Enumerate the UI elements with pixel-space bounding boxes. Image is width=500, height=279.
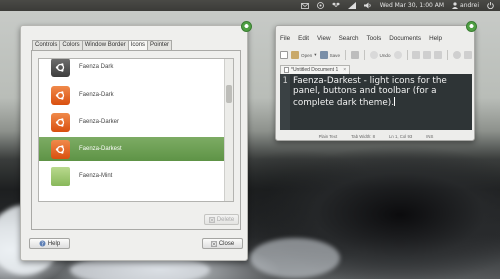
tab-close-icon[interactable]: × (343, 67, 346, 73)
find-button[interactable] (452, 51, 461, 59)
undo-label: Undo (379, 52, 391, 58)
icon-theme-list: Faenza Dark Faenza-Dark Faenza-Darker Fa… (38, 58, 234, 202)
mail-icon[interactable] (300, 2, 309, 9)
close-icon (210, 240, 217, 247)
dropbox-icon[interactable] (331, 2, 340, 9)
paste-button[interactable] (434, 51, 443, 59)
window-close-icon[interactable] (466, 21, 477, 32)
folder-icon (51, 166, 70, 186)
theme-name: Faenza Dark (79, 64, 114, 70)
undo-button[interactable]: Undo (369, 51, 391, 59)
list-item-selected[interactable]: Faenza-Darkest (39, 137, 225, 161)
menu-file[interactable]: File (280, 35, 290, 42)
toolbar-separator (363, 50, 365, 60)
save-label: Save (329, 52, 341, 58)
scrollbar-thumb[interactable] (226, 85, 232, 103)
volume-icon[interactable] (363, 2, 372, 9)
find-icon (452, 51, 461, 59)
redo-button[interactable] (393, 51, 402, 59)
save-button[interactable]: Save (319, 51, 341, 59)
theme-name: Faenza-Mint (79, 173, 113, 179)
help-icon: ? (39, 240, 46, 247)
editor-toolbar: Open ▾ Save Undo (280, 48, 472, 62)
delete-button[interactable]: Delete (204, 214, 239, 225)
save-icon (319, 51, 328, 59)
copy-icon (423, 51, 432, 59)
menu-edit[interactable]: Edit (298, 35, 309, 42)
open-label: Open (301, 52, 313, 58)
new-document-button[interactable] (280, 51, 288, 59)
paste-icon (434, 51, 443, 59)
text-cursor (394, 96, 396, 106)
list-item[interactable]: Faenza-Darker (39, 110, 225, 134)
undo-icon (369, 51, 378, 59)
list-scrollbar[interactable] (224, 59, 233, 201)
delete-label: Delete (216, 216, 235, 223)
list-item[interactable]: Faenza Dark (39, 59, 225, 79)
list-item[interactable]: Faenza-Mint (39, 164, 225, 188)
menu-search[interactable]: Search (339, 35, 359, 42)
toolbar-separator (345, 50, 346, 60)
menu-tools[interactable]: Tools (367, 35, 382, 42)
dropdown-arrow-icon: ▾ (314, 52, 317, 57)
theme-name: Faenza-Darker (79, 119, 120, 125)
redo-icon (393, 51, 402, 59)
toolbar-separator (447, 50, 448, 60)
power-icon[interactable] (487, 2, 494, 9)
replace-icon (463, 51, 472, 59)
messaging-icon[interactable] (316, 2, 324, 9)
help-label: Help (47, 240, 61, 247)
insert-mode: INS (426, 133, 434, 139)
tab-width-selector[interactable]: Tab Width: 8 (351, 134, 375, 139)
copy-button[interactable] (423, 51, 432, 59)
editor-menubar: File Edit View Search Tools Documents He… (280, 35, 442, 42)
ubuntu-logo-icon (51, 85, 70, 105)
open-folder-icon (291, 51, 299, 59)
help-button[interactable]: ? Help (29, 238, 70, 249)
cut-icon (412, 51, 421, 59)
print-icon (350, 51, 359, 59)
close-button[interactable]: Close (202, 238, 243, 249)
editor-text-area[interactable]: 1 Faenza-Darkest - light icons for the p… (280, 74, 472, 130)
user-menu[interactable]: andrei (452, 2, 479, 9)
top-panel: Wed Mar 30, 1:00 AM andrei (0, 0, 500, 11)
user-icon (452, 2, 459, 9)
editor-text[interactable]: Faenza-Darkest - light icons for the pan… (290, 74, 472, 130)
open-button[interactable]: Open ▾ (291, 51, 317, 59)
cut-button[interactable] (412, 51, 421, 59)
document-tab-title: *Untitled Document 1 (291, 67, 339, 73)
theme-name: Faenza-Dark (79, 92, 114, 98)
ubuntu-logo-icon (51, 112, 70, 132)
svg-text:?: ? (41, 241, 44, 247)
cursor-position: Ln 1, Col 93 (389, 133, 413, 139)
window-close-icon[interactable] (241, 21, 252, 32)
document-tab[interactable]: *Untitled Document 1 × (280, 65, 351, 74)
icons-tab-panel: Faenza Dark Faenza-Dark Faenza-Darker Fa… (31, 50, 241, 230)
document-icon (284, 67, 289, 73)
panel-datetime[interactable]: Wed Mar 30, 1:00 AM (380, 2, 444, 9)
document-content: Faenza-Darkest - light icons for the pan… (293, 76, 447, 108)
theme-name: Faenza-Darkest (79, 146, 122, 152)
editor-statusbar: Plain Text Tab Width: 8 Ln 1, Col 93 INS (280, 132, 472, 140)
delete-icon (208, 216, 215, 223)
line-number-gutter: 1 (280, 74, 290, 130)
menu-help[interactable]: Help (429, 35, 442, 42)
replace-button[interactable] (463, 51, 472, 59)
list-item[interactable]: Faenza-Dark (39, 83, 225, 107)
network-icon[interactable] (347, 2, 356, 9)
language-selector[interactable]: Plain Text (319, 134, 338, 139)
new-document-icon (280, 51, 288, 59)
panel-username: andrei (460, 1, 479, 9)
wave-foam (250, 238, 340, 278)
close-label: Close (218, 240, 235, 247)
theme-preview-icon (51, 59, 70, 77)
ubuntu-logo-icon (51, 139, 70, 159)
print-button[interactable] (350, 51, 359, 59)
menu-documents[interactable]: Documents (389, 35, 421, 42)
text-editor-window: File Edit View Search Tools Documents He… (275, 21, 477, 141)
toolbar-separator (406, 50, 408, 60)
menu-view[interactable]: View (317, 35, 331, 42)
appearance-window: Controls Colors Window Border Icons Poin… (20, 21, 252, 261)
